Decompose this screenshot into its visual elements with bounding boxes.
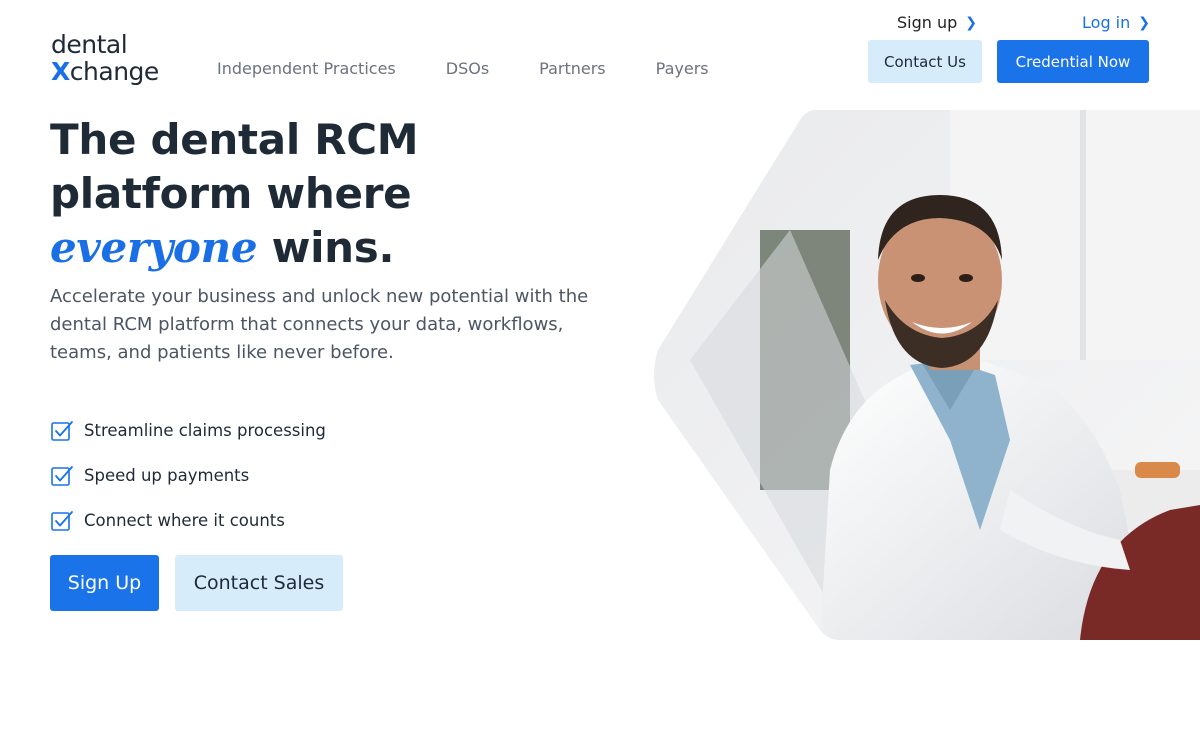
nav-item-independent-practices[interactable]: Independent Practices: [217, 59, 396, 78]
nav-item-dsos[interactable]: DSOs: [446, 59, 489, 78]
contact-sales-button[interactable]: Contact Sales: [175, 555, 343, 611]
hero-photo-dentist: [654, 110, 1200, 640]
login-link-label: Log in: [1082, 13, 1131, 32]
checkbox-check-icon: [51, 465, 73, 486]
main-nav: Independent Practices DSOs Partners Paye…: [217, 59, 759, 78]
checklist-item: Streamline claims processing: [50, 408, 326, 453]
top-links: Sign up ❯ Log in ❯: [897, 13, 1150, 32]
headline-line2: platform where: [50, 169, 412, 218]
checklist-item-label: Streamline claims processing: [84, 421, 326, 440]
signup-link-label: Sign up: [897, 13, 958, 32]
sign-up-button[interactable]: Sign Up: [50, 555, 159, 611]
headline-end: wins.: [257, 223, 395, 272]
chevron-right-icon: ❯: [965, 14, 978, 31]
checkbox-check-icon: [51, 510, 73, 531]
headline-accent: everyone: [50, 223, 258, 272]
chevron-right-icon: ❯: [1138, 14, 1150, 31]
credential-now-button[interactable]: Credential Now: [997, 40, 1149, 83]
feature-checklist: Streamline claims processing Speed up pa…: [50, 408, 326, 543]
nav-item-payers[interactable]: Payers: [656, 59, 709, 78]
hero-headline: The dental RCM platform where everyone w…: [50, 113, 610, 275]
headline-line1: The dental RCM: [50, 115, 419, 164]
logo-rest: change: [69, 57, 160, 86]
checklist-item-label: Speed up payments: [84, 466, 250, 485]
checklist-item: Speed up payments: [50, 453, 326, 498]
logo-x: X: [51, 57, 70, 86]
nav-item-partners[interactable]: Partners: [539, 59, 605, 78]
checklist-item: Connect where it counts: [50, 498, 326, 543]
login-link[interactable]: Log in ❯: [1082, 13, 1150, 32]
logo-line2: Xchange: [51, 59, 159, 84]
contact-us-button[interactable]: Contact Us: [868, 40, 982, 83]
checklist-item-label: Connect where it counts: [84, 511, 285, 530]
logo-line1: dental: [51, 30, 128, 59]
hero-subtext: Accelerate your business and unlock new …: [50, 286, 589, 363]
checkbox-check-icon: [51, 420, 73, 441]
logo[interactable]: dental Xchange: [51, 32, 191, 92]
signup-link[interactable]: Sign up ❯: [897, 13, 977, 32]
